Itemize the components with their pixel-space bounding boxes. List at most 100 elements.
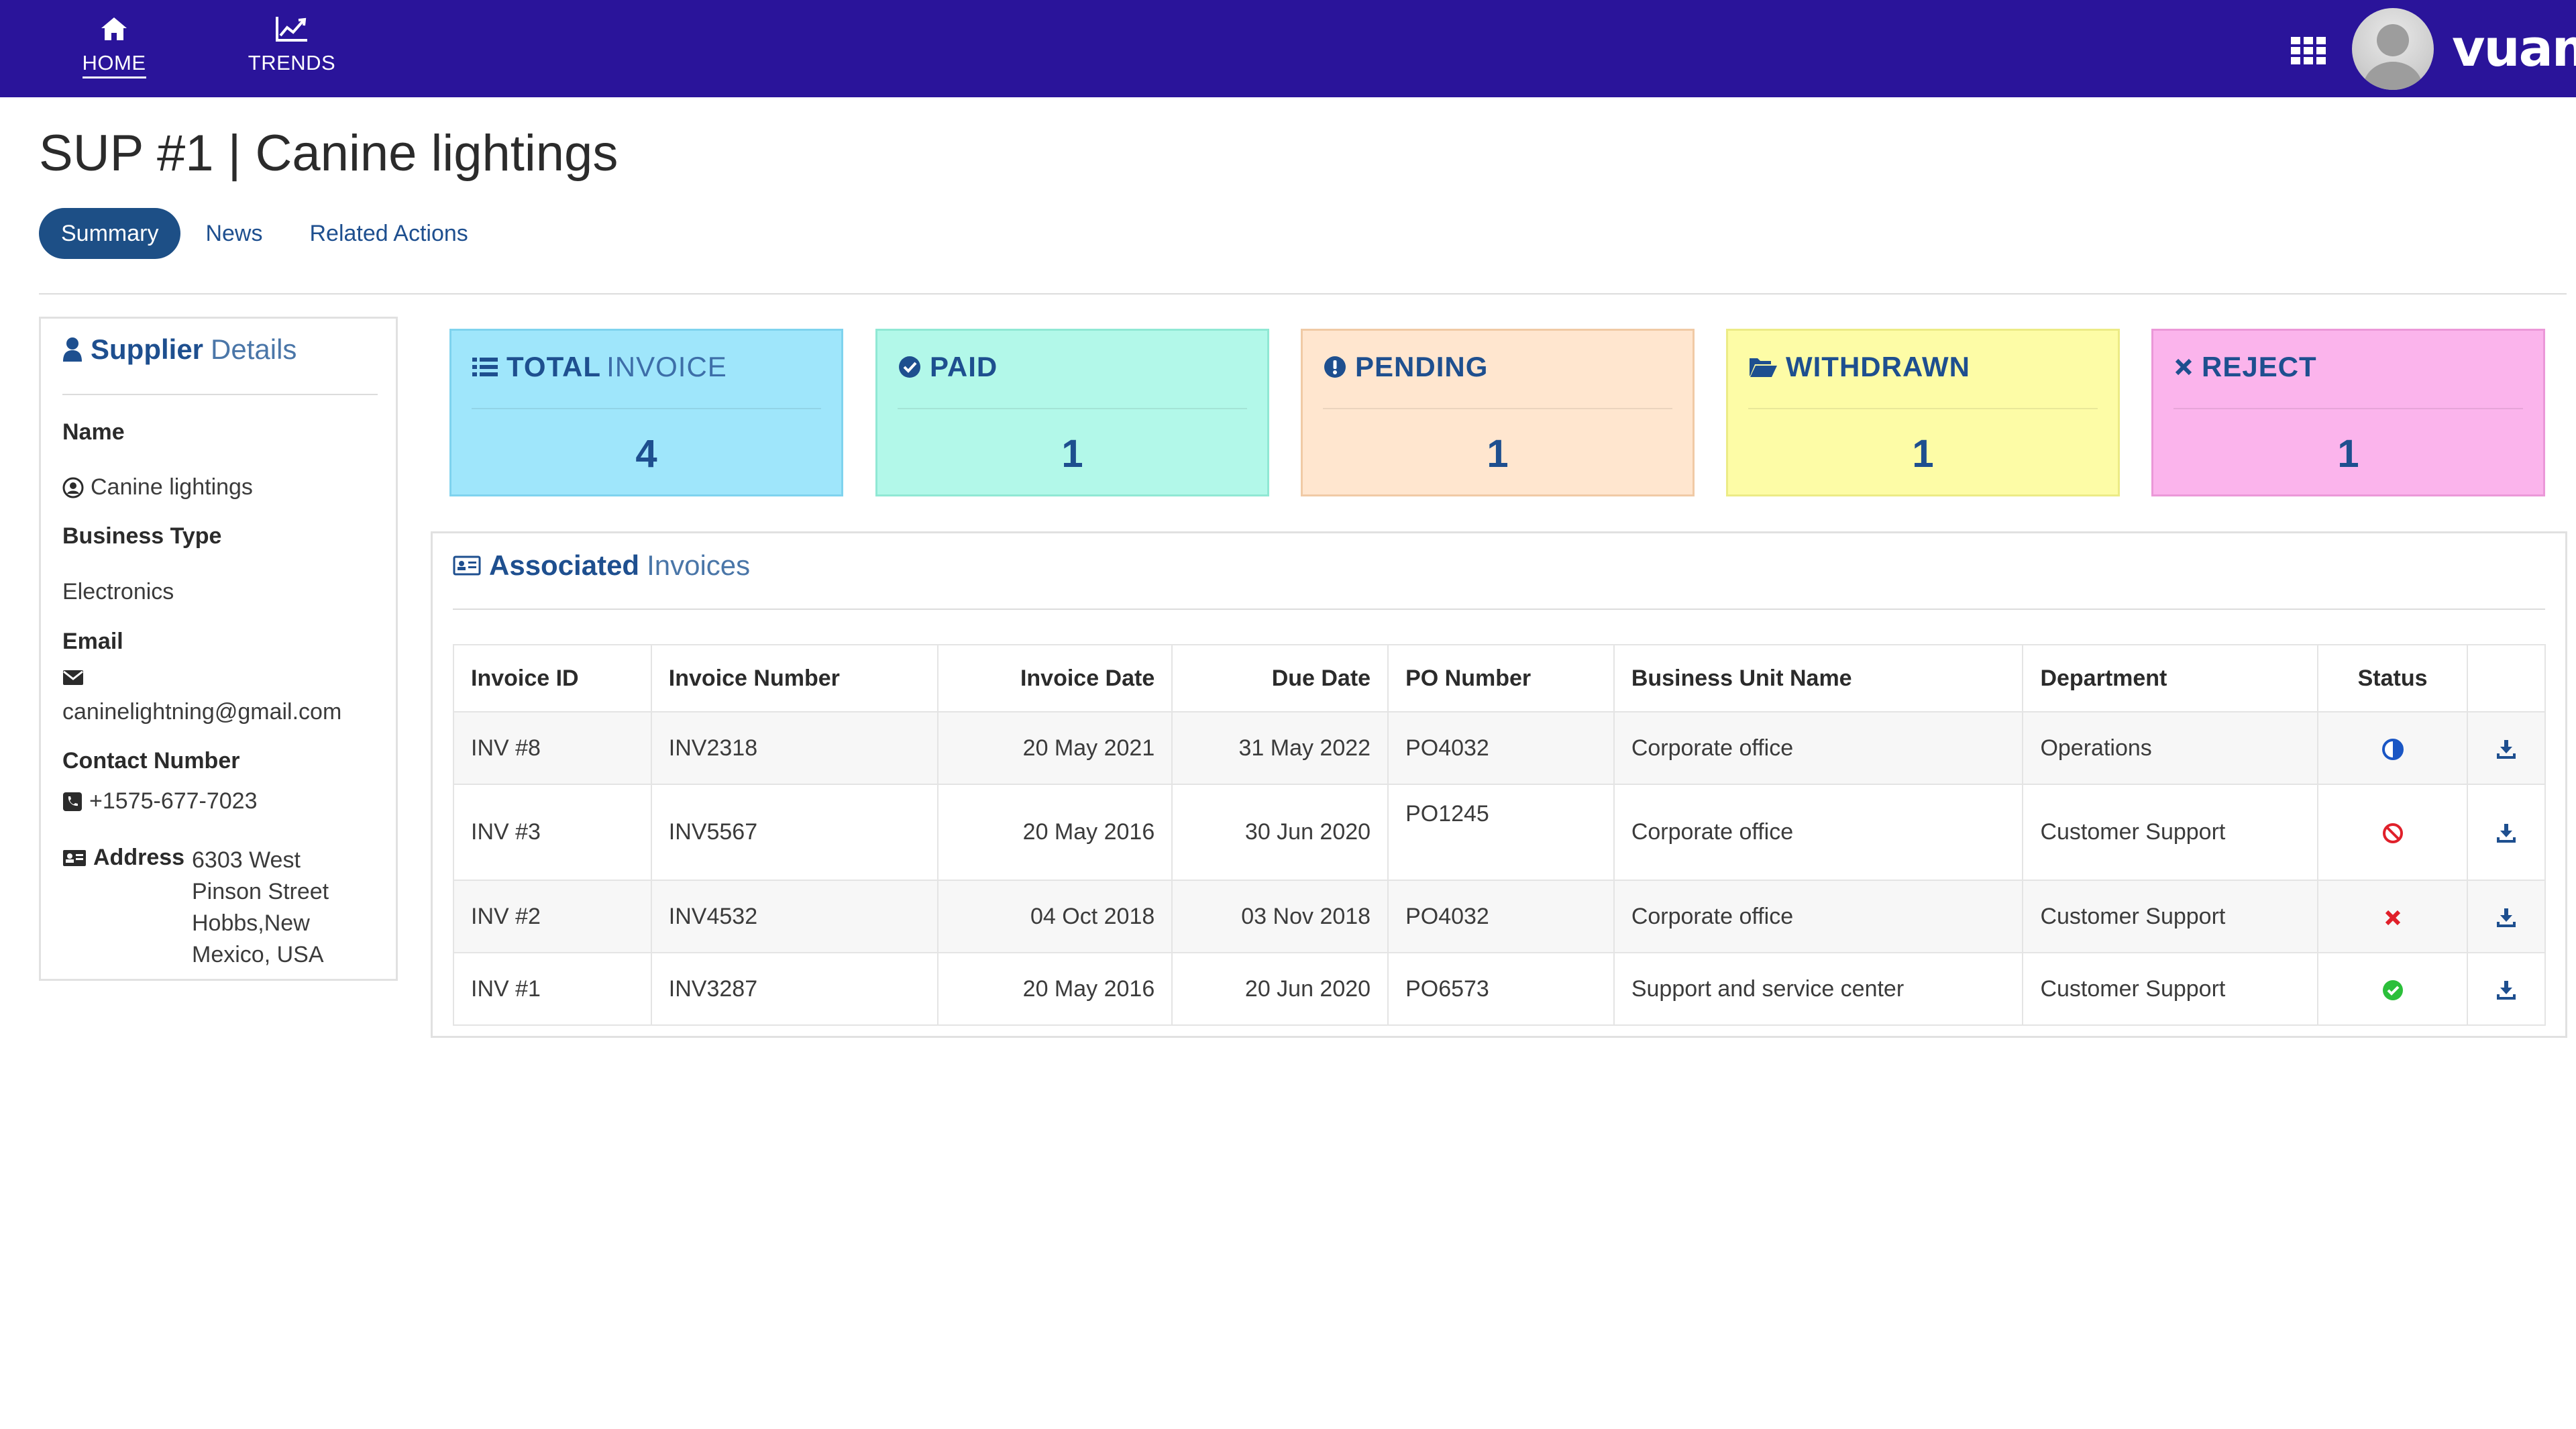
- envelope-icon: [62, 669, 91, 686]
- tab-news[interactable]: News: [183, 208, 284, 259]
- invoice-id-link[interactable]: INV #2: [453, 880, 652, 953]
- department: Operations: [2022, 711, 2319, 785]
- check-circle-icon: [898, 355, 930, 379]
- invoice-id-link[interactable]: INV #8: [453, 711, 652, 785]
- grid-icon[interactable]: [2290, 36, 2328, 64]
- contact-value: +1575-677-7023: [62, 788, 258, 814]
- invoice-number: INV2318: [650, 711, 938, 785]
- stat-title-rest: INVOICE: [606, 351, 727, 382]
- table-row: INV #1 INV3287 20 May 2016 20 Jun 2020 P…: [453, 952, 2546, 1026]
- nav-home-label: HOME: [82, 51, 146, 78]
- invoice-id-link[interactable]: INV #1: [453, 952, 652, 1026]
- status-cell: [2317, 711, 2468, 785]
- stat-card-paid[interactable]: PAID 1: [875, 329, 1269, 496]
- column-header[interactable]: Invoice Number: [650, 644, 938, 712]
- brand-logo: vuam: [2452, 18, 2576, 78]
- divider: [453, 608, 2545, 610]
- tab-bar: Summary News Related Actions: [39, 208, 493, 259]
- times-icon: [2174, 357, 2202, 377]
- invoice-number: INV5567: [650, 784, 938, 881]
- po-number-link[interactable]: PO4032: [1387, 711, 1615, 785]
- download-icon[interactable]: [2496, 739, 2517, 760]
- stat-card-total-invoice[interactable]: TOTAL INVOICE 4: [449, 329, 843, 496]
- supplier-heading-bold: Supplier: [91, 333, 204, 365]
- stat-title-bold: REJECT: [2202, 351, 2317, 382]
- stat-card-pending[interactable]: PENDING 1: [1301, 329, 1695, 496]
- download-icon[interactable]: [2496, 980, 2517, 1001]
- user-icon: [62, 337, 83, 362]
- column-header[interactable]: Due Date: [1171, 644, 1389, 712]
- address-label-text: Address: [93, 845, 185, 870]
- address-label: Address: [62, 845, 184, 871]
- divider: [1748, 408, 2098, 409]
- exclamation-circle-icon: [1323, 355, 1355, 379]
- associated-invoices-heading: Associated Invoices: [453, 549, 750, 582]
- folder-open-icon: [1748, 356, 1786, 378]
- tab-related-actions[interactable]: Related Actions: [288, 208, 490, 259]
- stat-title-bold: PAID: [930, 351, 998, 382]
- user-avatar[interactable]: [2352, 8, 2434, 90]
- address-card-icon: [453, 555, 481, 576]
- department: Customer Support: [2022, 880, 2319, 953]
- stat-value: 1: [2337, 432, 2359, 476]
- stat-card-withdrawn[interactable]: WITHDRAWN 1: [1726, 329, 2120, 496]
- stat-value: 1: [1061, 432, 1083, 476]
- invoice-date: 20 May 2021: [936, 711, 1173, 785]
- business-unit: Corporate office: [1613, 880, 2024, 953]
- table-row: INV #3 INV5567 20 May 2016 30 Jun 2020 P…: [453, 784, 2546, 881]
- invoices-table: Invoice ID Invoice Number Invoice Date D…: [453, 644, 2546, 1026]
- column-header[interactable]: Department: [2022, 644, 2319, 712]
- address-card-icon: [62, 849, 87, 867]
- stat-value: 1: [1487, 432, 1509, 476]
- stat-card-reject[interactable]: REJECT 1: [2151, 329, 2545, 496]
- column-header[interactable]: Business Unit Name: [1613, 644, 2024, 712]
- column-header-actions: [2467, 644, 2546, 712]
- supplier-details-panel: Supplier Details Name Canine lightings B…: [39, 317, 398, 981]
- invoices-heading-rest: Invoices: [647, 549, 751, 581]
- invoice-date: 20 May 2016: [936, 784, 1173, 881]
- line-chart-icon: [275, 13, 309, 44]
- list-icon: [472, 356, 506, 378]
- business-unit: Corporate office: [1613, 784, 2024, 881]
- stat-value: 1: [1912, 432, 1934, 476]
- business-unit: Corporate office: [1613, 711, 2024, 785]
- home-icon: [99, 13, 129, 44]
- user-circle-icon: [62, 477, 91, 498]
- download-cell: [2467, 952, 2546, 1026]
- invoice-id-link[interactable]: INV #3: [453, 784, 652, 881]
- department: Customer Support: [2022, 952, 2319, 1026]
- due-date: 20 Jun 2020: [1171, 952, 1389, 1026]
- due-date: 03 Nov 2018: [1171, 880, 1389, 953]
- business-unit: Support and service center: [1613, 952, 2024, 1026]
- po-number-link[interactable]: PO1245: [1387, 784, 1615, 881]
- table-row: INV #2 INV4532 04 Oct 2018 03 Nov 2018 P…: [453, 880, 2546, 953]
- half-circle-icon: [2381, 738, 2404, 761]
- check-circle-icon: [2381, 979, 2404, 1002]
- page-title: SUP #1 | Canine lightings: [39, 125, 619, 182]
- business-type-label: Business Type: [62, 523, 222, 549]
- contact-label: Contact Number: [62, 748, 240, 774]
- column-header[interactable]: PO Number: [1387, 644, 1615, 712]
- nav-trends[interactable]: TRENDS: [241, 13, 342, 87]
- divider: [898, 408, 1247, 409]
- po-number-link[interactable]: PO4032: [1387, 880, 1615, 953]
- download-cell: [2467, 880, 2546, 953]
- invoice-date: 20 May 2016: [936, 952, 1173, 1026]
- column-header[interactable]: Status: [2317, 644, 2468, 712]
- po-number-link[interactable]: PO6573: [1387, 952, 1615, 1026]
- name-value: Canine lightings: [62, 474, 253, 500]
- nav-home[interactable]: HOME: [74, 13, 154, 87]
- download-icon[interactable]: [2496, 823, 2517, 844]
- status-cell: [2317, 784, 2468, 881]
- stat-value: 4: [635, 432, 657, 476]
- download-icon[interactable]: [2496, 907, 2517, 929]
- tab-summary[interactable]: Summary: [39, 208, 181, 259]
- due-date: 30 Jun 2020: [1171, 784, 1389, 881]
- divider: [1323, 408, 1672, 409]
- department: Customer Support: [2022, 784, 2319, 881]
- supplier-heading-rest: Details: [211, 333, 297, 365]
- table-header-row: Invoice ID Invoice Number Invoice Date D…: [453, 644, 2546, 712]
- divider: [2174, 408, 2523, 409]
- column-header[interactable]: Invoice Date: [936, 644, 1173, 712]
- column-header[interactable]: Invoice ID: [453, 644, 652, 712]
